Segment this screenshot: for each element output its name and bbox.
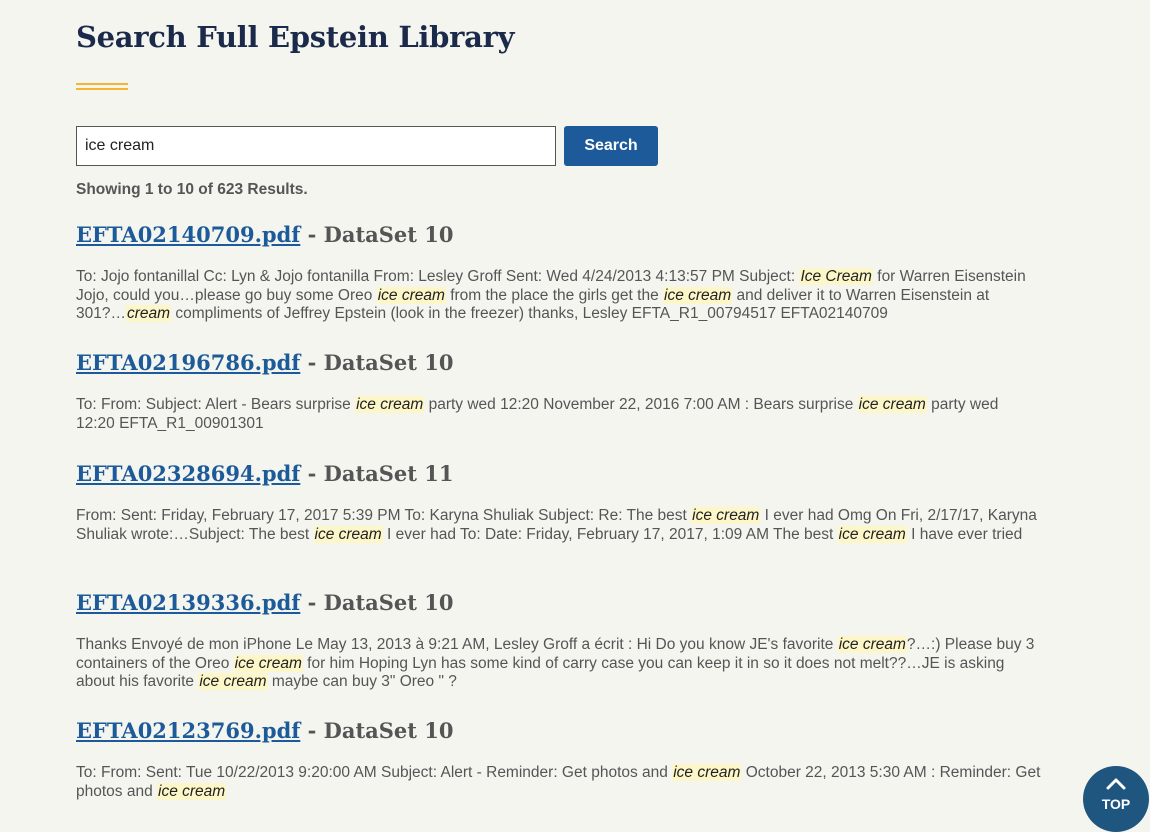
result-separator: - <box>300 222 324 247</box>
snippet-text: from the place the girls get the <box>445 286 664 304</box>
result-snippet: Thanks Envoyé de mon iPhone Le May 13, 2… <box>76 636 1041 692</box>
result-separator: - <box>300 590 324 615</box>
snippet-text: I ever had To: Date: Friday, February 17… <box>382 525 838 543</box>
snippet-text: To: From: Subject: Alert - Bears surpris… <box>76 396 356 413</box>
back-to-top-button[interactable]: TOP <box>1083 766 1149 832</box>
title-accent-rule <box>76 83 128 93</box>
result-item: EFTA02196786.pdf - DataSet 10 To: From: … <box>76 350 1041 433</box>
result-title: EFTA02123769.pdf - DataSet 10 <box>76 718 1041 744</box>
search-term-highlight: ice cream <box>198 673 268 691</box>
result-dataset: DataSet 10 <box>323 350 454 375</box>
search-term-highlight: ice cream <box>355 396 425 413</box>
result-file-link[interactable]: EFTA02196786.pdf <box>76 350 300 375</box>
result-separator: - <box>300 718 324 743</box>
result-snippet: To: From: Subject: Alert - Bears surpris… <box>76 396 1041 433</box>
snippet-text: To: Jojo fontanillal Cc: Lyn & Jojo font… <box>76 268 800 285</box>
result-item: EFTA02123769.pdf - DataSet 10 To: From: … <box>76 718 1041 801</box>
search-term-highlight: ice cream <box>691 507 761 524</box>
result-separator: - <box>300 461 324 486</box>
result-dataset: DataSet 11 <box>323 461 454 486</box>
result-dataset: DataSet 10 <box>323 222 454 247</box>
snippet-text: I have ever tried <box>906 525 1023 543</box>
search-button[interactable]: Search <box>564 126 658 166</box>
snippet-text: maybe can buy 3" Oreo " ? <box>267 673 457 691</box>
results-count: Showing 1 to 10 of 623 Results. <box>76 181 308 198</box>
result-item: EFTA02139336.pdf - DataSet 10 Thanks Env… <box>76 590 1041 692</box>
snippet-text: compliments of Jeffrey Epstein (look in … <box>171 305 888 323</box>
result-snippet: To: From: Sent: Tue 10/22/2013 9:20:00 A… <box>76 764 1041 801</box>
search-term-highlight: ice cream <box>837 525 907 543</box>
search-term-highlight: ice cream <box>857 396 927 413</box>
result-item: EFTA02328694.pdf - DataSet 11 From: Sent… <box>76 461 1041 544</box>
result-title: EFTA02140709.pdf - DataSet 10 <box>76 222 1041 248</box>
result-snippet: To: Jojo fontanillal Cc: Lyn & Jojo font… <box>76 268 1041 324</box>
page-title: Search Full Epstein Library <box>76 20 515 54</box>
result-snippet: From: Sent: Friday, February 17, 2017 5:… <box>76 507 1041 544</box>
snippet-text: From: Sent: Friday, February 17, 2017 5:… <box>76 507 692 524</box>
search-term-highlight: ice cream <box>233 654 303 672</box>
search-term-highlight: ice cream <box>157 782 227 800</box>
result-title: EFTA02196786.pdf - DataSet 10 <box>76 350 1041 376</box>
result-title: EFTA02328694.pdf - DataSet 11 <box>76 461 1041 487</box>
search-term-highlight: ice cream <box>313 525 383 543</box>
search-term-highlight: ice cream <box>837 636 907 653</box>
search-term-highlight: ice cream <box>663 286 733 304</box>
result-file-link[interactable]: EFTA02140709.pdf <box>76 222 300 247</box>
search-term-highlight: cream <box>125 305 172 323</box>
result-separator: - <box>300 350 324 375</box>
snippet-text: party wed 12:20 November 22, 2016 7:00 A… <box>424 396 858 413</box>
result-file-link[interactable]: EFTA02123769.pdf <box>76 718 300 743</box>
result-file-link[interactable]: EFTA02328694.pdf <box>76 461 300 486</box>
result-title: EFTA02139336.pdf - DataSet 10 <box>76 590 1041 616</box>
search-term-highlight: ice cream <box>376 286 446 304</box>
chevron-up-icon <box>1106 778 1126 790</box>
search-input[interactable] <box>76 126 556 166</box>
search-term-highlight: ice cream <box>672 764 742 781</box>
result-file-link[interactable]: EFTA02139336.pdf <box>76 590 300 615</box>
search-bar: Search <box>76 126 658 166</box>
back-to-top-label: TOP <box>1101 796 1131 812</box>
result-item: EFTA02140709.pdf - DataSet 10 To: Jojo f… <box>76 222 1041 324</box>
result-dataset: DataSet 10 <box>323 590 454 615</box>
snippet-text: To: From: Sent: Tue 10/22/2013 9:20:00 A… <box>76 764 673 781</box>
snippet-text: Thanks Envoyé de mon iPhone Le May 13, 2… <box>76 636 838 653</box>
search-term-highlight: Ice Cream <box>799 268 873 285</box>
result-dataset: DataSet 10 <box>323 718 454 743</box>
